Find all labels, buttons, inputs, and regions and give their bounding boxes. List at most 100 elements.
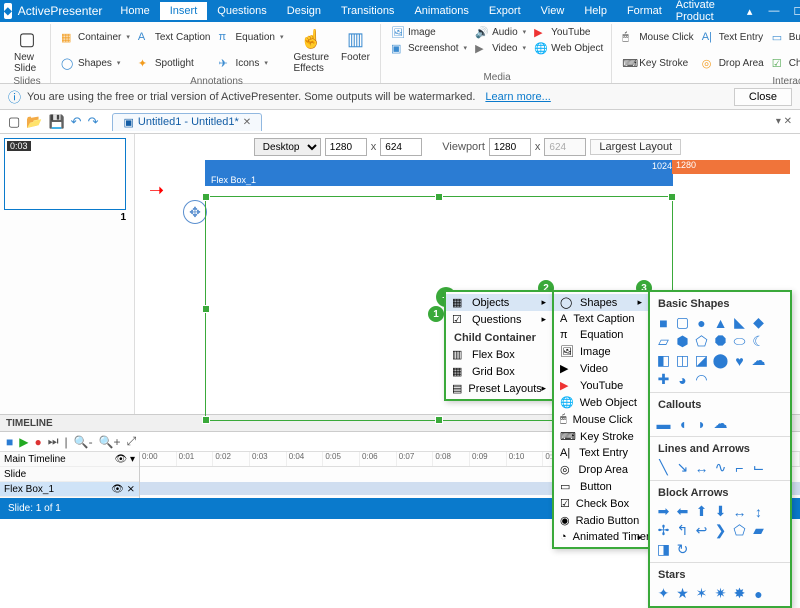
bar-uturn[interactable]: ↩ bbox=[694, 523, 709, 538]
obj-textcaption[interactable]: AText Caption bbox=[554, 311, 648, 327]
tab-view[interactable]: View bbox=[531, 2, 575, 20]
video-button[interactable]: ▶Video▾ bbox=[471, 40, 530, 56]
move-handle-icon[interactable]: ✥ bbox=[183, 200, 207, 224]
shape-oval[interactable]: ● bbox=[694, 315, 709, 330]
menu-presets[interactable]: ▤Preset Layouts▸ bbox=[446, 380, 552, 397]
shape-diamond[interactable]: ◆ bbox=[751, 315, 766, 330]
line-elbow[interactable]: ⌐ bbox=[732, 460, 747, 475]
line-diag[interactable]: ╲ bbox=[656, 460, 671, 475]
shape-oct[interactable]: ⯃ bbox=[713, 334, 728, 349]
flexbox-object-label[interactable]: Flex Box_1 bbox=[205, 174, 673, 186]
resize-handle-tm[interactable] bbox=[435, 193, 443, 201]
layout-ruler[interactable]: 1024 1280 bbox=[205, 160, 790, 174]
viewport-height-input[interactable] bbox=[544, 138, 586, 156]
line-curve[interactable]: ∿ bbox=[713, 460, 728, 475]
star-16[interactable]: ✸ bbox=[732, 586, 747, 601]
footer-button[interactable]: ▥Footer bbox=[335, 24, 376, 76]
shape-moon[interactable]: ☾ bbox=[751, 334, 766, 349]
obj-webobject[interactable]: 🌐Web Object bbox=[554, 394, 648, 411]
shape-arc[interactable]: ◠ bbox=[694, 372, 709, 387]
tl-rec-icon[interactable]: ● bbox=[34, 435, 41, 449]
shape-pie[interactable]: ◕ bbox=[675, 372, 690, 387]
tl-fit-icon[interactable]: ⤢ bbox=[127, 434, 137, 449]
image-button[interactable]: 🖼Image bbox=[387, 24, 471, 40]
shape-bevel[interactable]: ◫ bbox=[675, 353, 690, 368]
shape-hex[interactable]: ⬢ bbox=[675, 334, 690, 349]
screenshot-button[interactable]: ▣Screenshot▾ bbox=[387, 40, 471, 56]
star-5[interactable]: ★ bbox=[675, 586, 690, 601]
bar-strip[interactable]: ▰ bbox=[751, 523, 766, 538]
menu-objects[interactable]: ▦Objects▸ bbox=[446, 294, 552, 311]
bar-down[interactable]: ⬇ bbox=[713, 504, 728, 519]
shape-rtri[interactable]: ◣ bbox=[732, 315, 747, 330]
activate-product-link[interactable]: Activate Product bbox=[672, 0, 735, 23]
canvas-width-input[interactable] bbox=[325, 138, 367, 156]
obj-textentry[interactable]: A|Text Entry bbox=[554, 445, 648, 461]
tl-zoomout-icon[interactable]: 🔍- bbox=[74, 435, 93, 449]
slide-thumbnail[interactable]: 0:03 bbox=[4, 138, 126, 210]
banner-close-button[interactable]: Close bbox=[734, 88, 792, 106]
line-elbow2[interactable]: ⌙ bbox=[751, 460, 766, 475]
bar-notch[interactable]: ◨ bbox=[656, 542, 671, 557]
callout-rect[interactable]: ▬ bbox=[656, 416, 671, 431]
equation-button[interactable]: πEquation▾ bbox=[214, 29, 287, 45]
audio-button[interactable]: 🔊Audio▾ bbox=[471, 24, 530, 40]
tl-flexbox-row[interactable]: Flex Box_1👁 ⨯ bbox=[0, 482, 139, 497]
youtube-button[interactable]: ▶YouTube bbox=[530, 24, 607, 40]
qat-new-icon[interactable]: ▢ bbox=[8, 114, 20, 130]
callout-cloud[interactable]: ☁ bbox=[713, 416, 728, 431]
bar-chev[interactable]: ❯ bbox=[713, 523, 728, 538]
tl-main-row[interactable]: Main Timeline👁 ▾ bbox=[0, 452, 139, 467]
doc-close-icon[interactable]: ✕ bbox=[243, 117, 251, 128]
qat-open-icon[interactable]: 📂 bbox=[26, 114, 42, 130]
resize-handle-bl[interactable] bbox=[202, 416, 210, 424]
bar-lr[interactable]: ↔ bbox=[732, 504, 747, 519]
resize-handle-bm[interactable] bbox=[435, 416, 443, 424]
line-arrow[interactable]: ↘ bbox=[675, 460, 690, 475]
shape-cyl[interactable]: ⬭ bbox=[732, 334, 747, 349]
layout-select[interactable]: Desktop bbox=[254, 138, 321, 156]
minimize-icon[interactable]: — bbox=[764, 5, 783, 17]
bar-ud[interactable]: ↕ bbox=[751, 504, 766, 519]
menu-questions[interactable]: ☑Questions▸ bbox=[446, 311, 552, 328]
tl-ff-icon[interactable]: ⏭ bbox=[48, 434, 59, 449]
callout-oval[interactable]: ◗ bbox=[694, 416, 709, 431]
tab-design[interactable]: Design bbox=[277, 2, 331, 20]
shape-rect[interactable]: ■ bbox=[656, 315, 671, 330]
callout-round[interactable]: ◖ bbox=[675, 416, 690, 431]
qat-undo-icon[interactable]: ↶ bbox=[71, 114, 82, 130]
canvas-height-input[interactable] bbox=[380, 138, 422, 156]
shape-pent[interactable]: ⬠ bbox=[694, 334, 709, 349]
bar-left[interactable]: ⬅ bbox=[675, 504, 690, 519]
obj-button[interactable]: ▭Button bbox=[554, 478, 648, 495]
textentry-button[interactable]: A|Text Entry bbox=[698, 29, 768, 45]
tab-questions[interactable]: Questions bbox=[207, 2, 277, 20]
tl-slide-row[interactable]: Slide bbox=[0, 467, 139, 482]
viewport-width-input[interactable] bbox=[489, 138, 531, 156]
keystroke-button[interactable]: ⌨Key Stroke bbox=[618, 55, 697, 71]
button-button[interactable]: ▭Button bbox=[768, 29, 800, 45]
obj-equation[interactable]: πEquation bbox=[554, 327, 648, 343]
mouseclick-button[interactable]: 🖱Mouse Click bbox=[618, 29, 697, 45]
obj-checkbox[interactable]: ☑Check Box bbox=[554, 495, 648, 512]
shape-cloud[interactable]: ☁ bbox=[751, 353, 766, 368]
tl-zoomin-icon[interactable]: 🔍+ bbox=[99, 435, 121, 449]
spotlight-button[interactable]: ✦Spotlight bbox=[134, 55, 215, 71]
star-32[interactable]: ● bbox=[751, 586, 766, 601]
collapse-ribbon-icon[interactable]: ▴ bbox=[741, 5, 759, 18]
largest-layout-button[interactable]: Largest Layout bbox=[590, 139, 681, 155]
maximize-icon[interactable]: ☐ bbox=[789, 5, 800, 18]
qat-save-icon[interactable]: 💾 bbox=[48, 114, 64, 130]
bar-pent[interactable]: ⬠ bbox=[732, 523, 747, 538]
tab-insert[interactable]: Insert bbox=[160, 2, 208, 20]
bar-up[interactable]: ⬆ bbox=[694, 504, 709, 519]
tab-home[interactable]: Home bbox=[110, 2, 159, 20]
shape-roundrect[interactable]: ▢ bbox=[675, 315, 690, 330]
webobject-button[interactable]: 🌐Web Object bbox=[530, 40, 607, 56]
star-4[interactable]: ✦ bbox=[656, 586, 671, 601]
bar-right[interactable]: ➡ bbox=[656, 504, 671, 519]
star-8[interactable]: ✷ bbox=[713, 586, 728, 601]
menu-flexbox[interactable]: ▥Flex Box bbox=[446, 346, 552, 363]
shape-plaque[interactable]: ◪ bbox=[694, 353, 709, 368]
obj-radio[interactable]: ◉Radio Button bbox=[554, 512, 648, 529]
